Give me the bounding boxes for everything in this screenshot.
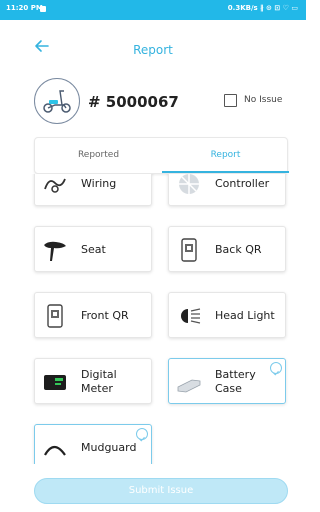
issue-card-back-qr[interactable]: Back QR bbox=[168, 226, 286, 272]
issue-card-battery-case[interactable]: Battery Case bbox=[168, 358, 286, 404]
status-icons: 0.3KB/s ∦ ⊙ ⊡ ♡ ▭ bbox=[227, 4, 298, 12]
issue-label: Head Light bbox=[215, 309, 275, 322]
check-icon bbox=[270, 362, 282, 376]
checkbox-icon[interactable] bbox=[224, 94, 237, 107]
wiring-icon bbox=[42, 174, 68, 197]
issue-label: Front QR bbox=[81, 309, 129, 322]
app-bar: Report bbox=[0, 20, 306, 72]
issue-card-digital-meter[interactable]: Digital Meter bbox=[34, 358, 152, 404]
submit-issue-button[interactable]: Submit Issue bbox=[34, 478, 288, 504]
issue-card-mudguard[interactable]: Mudguard bbox=[34, 424, 152, 464]
notification-icon bbox=[40, 6, 46, 12]
qr-sticker-icon bbox=[42, 303, 68, 329]
issue-card-front-qr[interactable]: Front QR bbox=[34, 292, 152, 338]
issue-card-controller[interactable]: Controller bbox=[168, 174, 286, 206]
issue-card-wiring[interactable]: Wiring bbox=[34, 174, 152, 206]
issue-label: Wiring bbox=[81, 177, 117, 190]
seat-icon bbox=[42, 237, 68, 263]
check-icon bbox=[136, 428, 148, 442]
issue-card-head-light[interactable]: Head Light bbox=[168, 292, 286, 338]
report-tabs: Reported Report bbox=[34, 137, 289, 174]
issue-label: Digital Meter bbox=[81, 368, 117, 395]
tab-report[interactable]: Report bbox=[162, 138, 289, 173]
battery-case-icon bbox=[176, 369, 202, 395]
issue-label: Controller bbox=[215, 177, 270, 190]
page-title: Report bbox=[133, 43, 173, 57]
issue-label: Back QR bbox=[215, 243, 262, 256]
status-bar: 11:20 PM 0.3KB/s ∦ ⊙ ⊡ ♡ ▭ bbox=[0, 0, 306, 20]
issue-card-seat[interactable]: Seat bbox=[34, 226, 152, 272]
qr-sticker-icon bbox=[176, 237, 202, 263]
digital-meter-icon bbox=[42, 369, 68, 395]
controller-icon bbox=[176, 174, 202, 197]
tab-reported[interactable]: Reported bbox=[35, 138, 162, 173]
issue-label: Seat bbox=[81, 243, 106, 256]
issue-grid: Wiring Controller Seat Back QR Front QR … bbox=[0, 174, 306, 464]
vehicle-number: # 5000067 bbox=[88, 93, 179, 111]
mudguard-icon bbox=[42, 435, 68, 461]
headlight-icon bbox=[176, 303, 202, 329]
vehicle-header: # 5000067 No Issue bbox=[0, 78, 306, 126]
scooter-icon bbox=[34, 78, 80, 124]
status-time: 11:20 PM bbox=[6, 4, 43, 12]
no-issue-label: No Issue bbox=[244, 95, 283, 105]
